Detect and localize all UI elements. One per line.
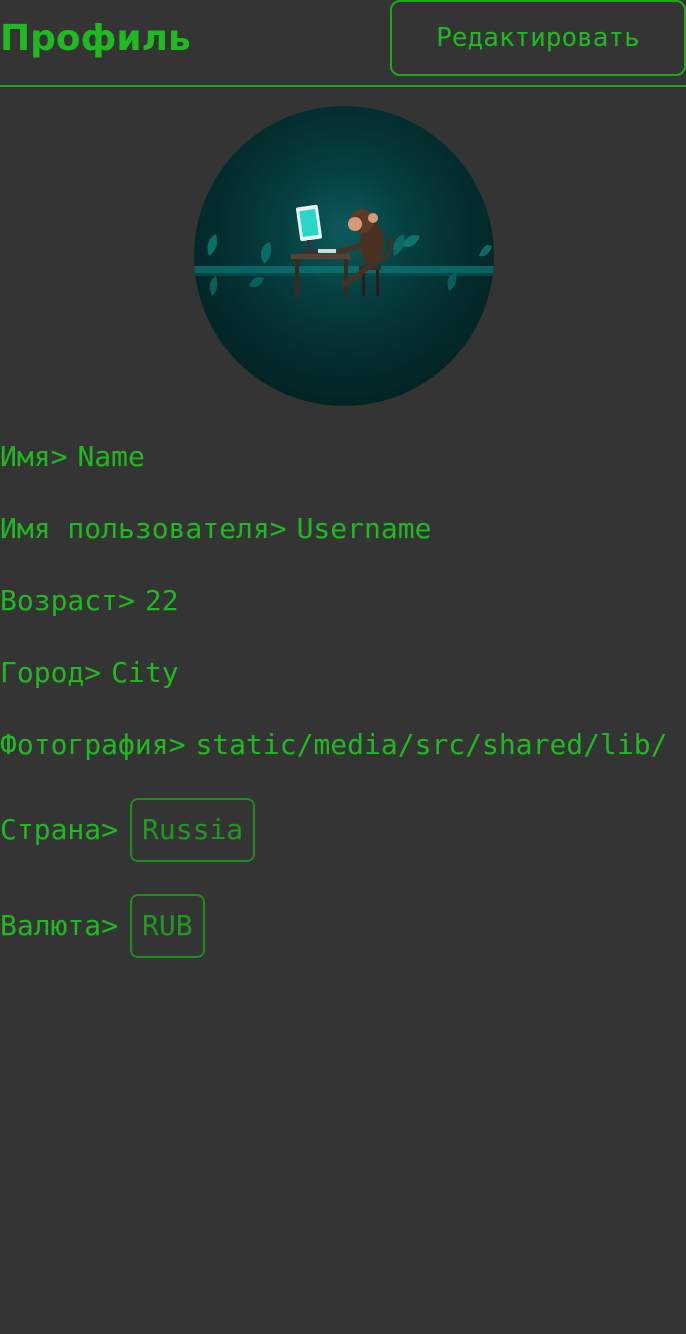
country-row: Страна> Russia [0,798,256,862]
currency-row: Валюта> RUB [0,894,205,958]
name-row: Имя> Name [0,440,145,474]
username-value: Username [296,512,432,545]
name-value: Name [77,440,145,473]
age-label: Возраст> [0,584,135,617]
photo-row: Фотография> static/media/src/shared/lib/ [0,728,667,762]
city-value: City [111,656,179,689]
username-label: Имя пользователя> [0,512,287,545]
photo-value: static/media/src/shared/lib/ [195,728,668,761]
header: Профиль Редактировать [0,0,686,87]
avatar [194,106,494,406]
city-row: Город> City [0,656,179,690]
currency-label: Валюта> [0,909,119,942]
page-title: Профиль [0,18,191,59]
country-label: Страна> [0,813,119,846]
age-row: Возраст> 22 [0,584,179,618]
country-select[interactable]: Russia [130,798,256,862]
name-label: Имя> [0,440,68,473]
currency-select[interactable]: RUB [130,894,205,958]
monkey-at-computer-illustration [194,204,494,297]
age-value: 22 [144,584,179,617]
photo-label: Фотография> [0,728,186,761]
city-label: Город> [0,656,102,689]
edit-button[interactable]: Редактировать [390,0,686,76]
username-row: Имя пользователя> Username [0,512,431,546]
